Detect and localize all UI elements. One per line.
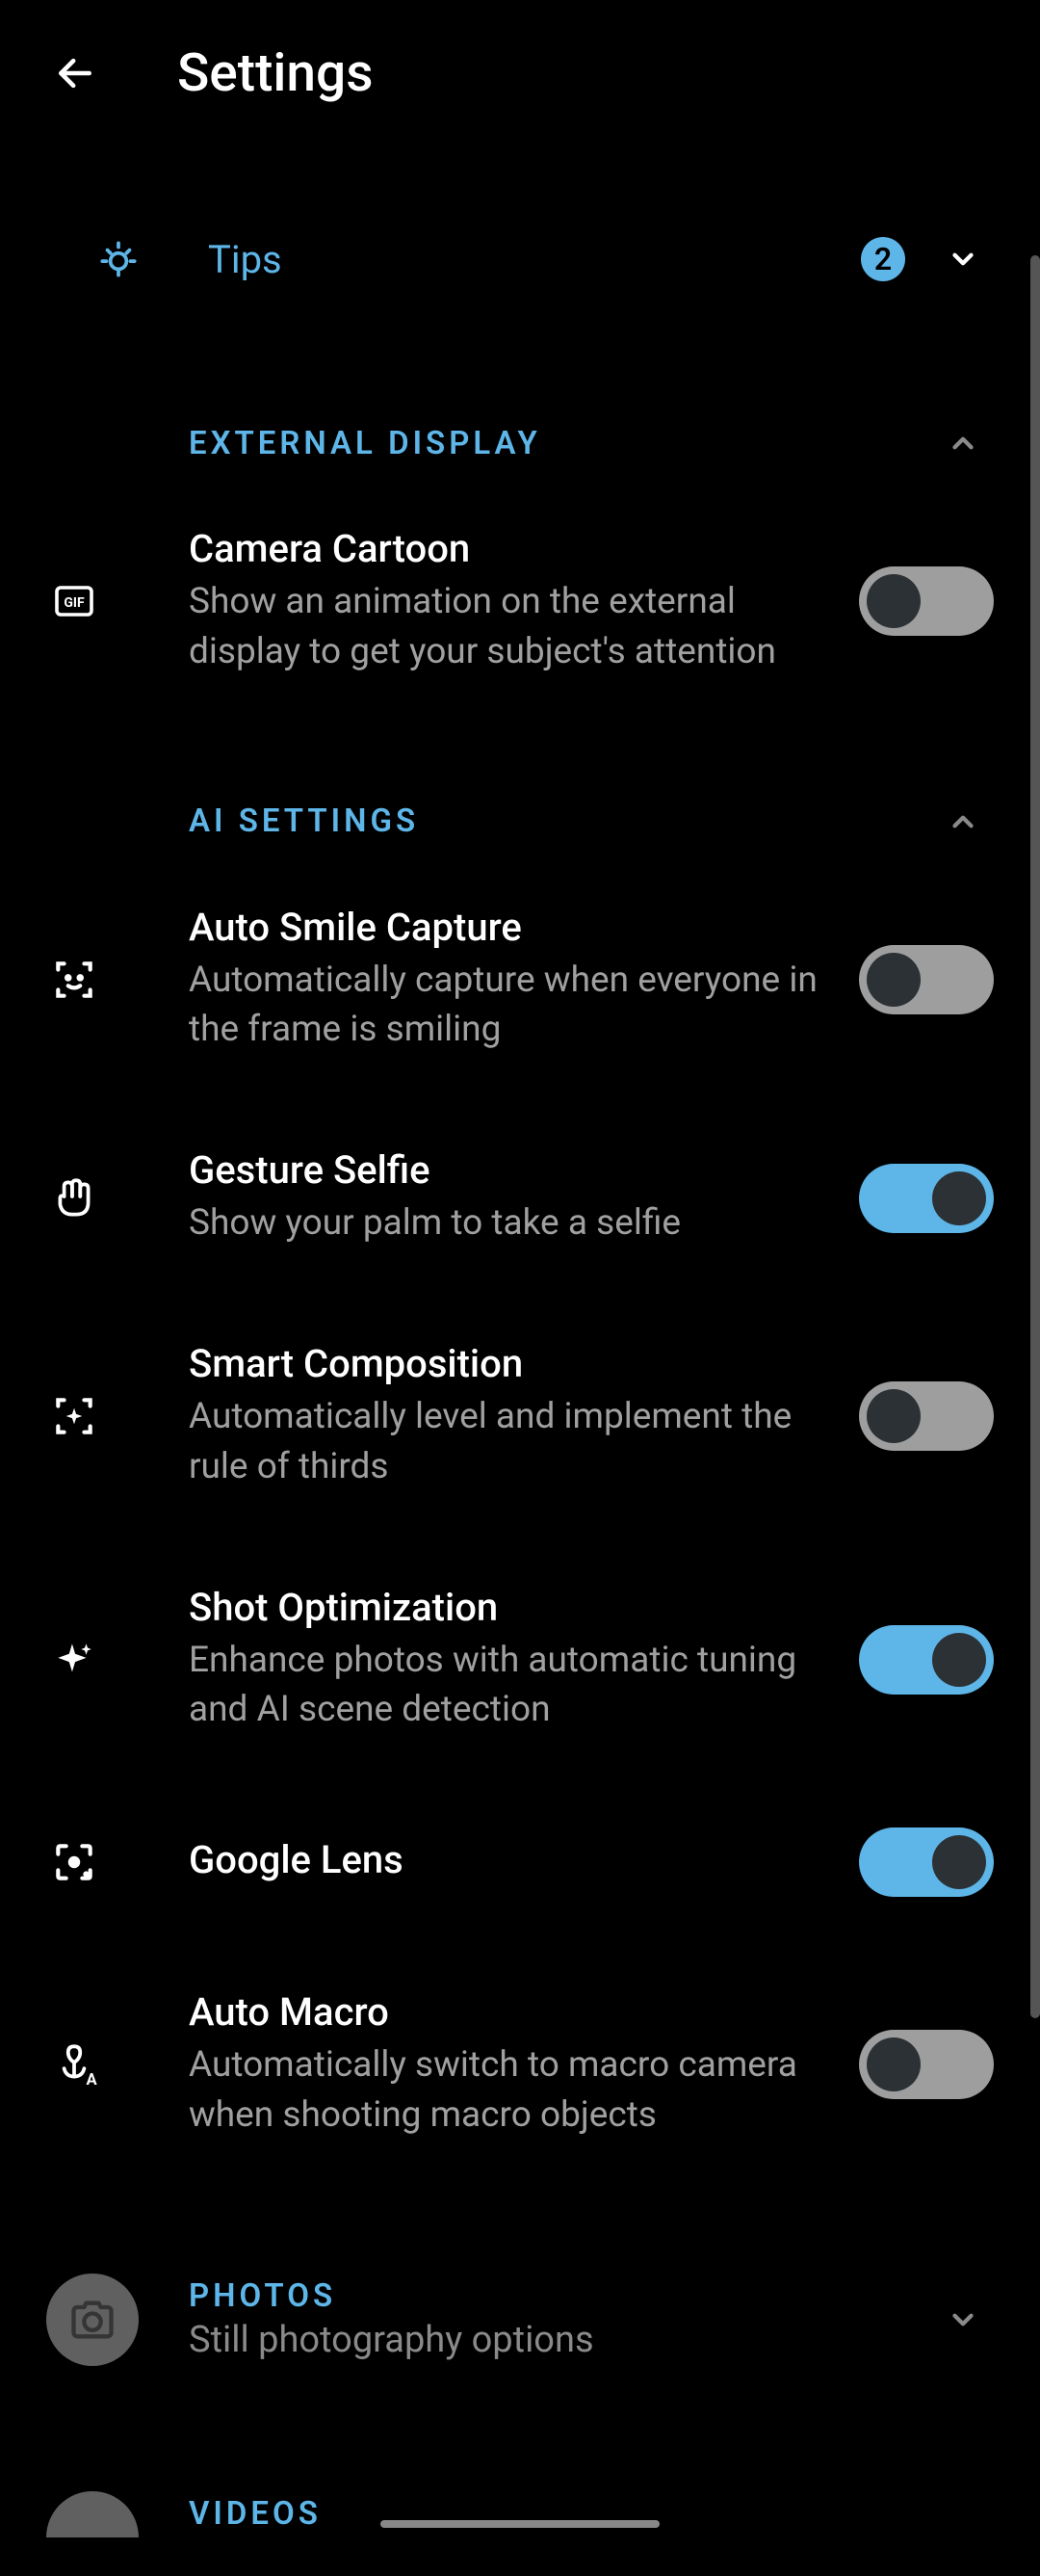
camera-icon <box>67 2295 117 2345</box>
setting-desc: Automatically level and implement the ru… <box>189 1392 830 1492</box>
setting-title: Google Lens <box>189 1837 830 1882</box>
setting-shot-optimization[interactable]: Shot Optimization Enhance photos with au… <box>0 1538 1040 1782</box>
scrollbar[interactable] <box>1030 255 1040 2018</box>
gif-icon: GIF <box>46 573 102 629</box>
section-header-external-display[interactable]: EXTERNAL DISPLAY <box>0 407 1040 480</box>
setting-title: Gesture Selfie <box>189 1147 830 1193</box>
setting-camera-cartoon[interactable]: GIF Camera Cartoon Show an animation on … <box>0 480 1040 723</box>
setting-title: Camera Cartoon <box>189 526 830 571</box>
toggle-auto-smile[interactable] <box>859 945 994 1014</box>
setting-content: Camera Cartoon Show an animation on the … <box>189 526 859 677</box>
chevron-down-icon <box>944 2300 982 2339</box>
toggle-thumb <box>867 1389 921 1443</box>
toggle-camera-cartoon[interactable] <box>859 566 994 636</box>
sparkle-frame-icon <box>46 1388 102 1444</box>
toggle-thumb <box>867 953 921 1007</box>
toggle-gesture-selfie[interactable] <box>859 1164 994 1233</box>
chevron-up-icon <box>944 802 982 841</box>
toggle-thumb <box>932 1633 986 1687</box>
setting-auto-macro[interactable]: A Auto Macro Automatically switch to mac… <box>0 1943 1040 2187</box>
setting-title: Smart Composition <box>189 1341 830 1386</box>
toggle-auto-macro[interactable] <box>859 2030 994 2099</box>
tips-label: Tips <box>208 237 861 282</box>
toggle-thumb <box>932 1835 986 1889</box>
category-icon-circle <box>46 2491 139 2537</box>
category-desc: Still photography options <box>189 2319 944 2361</box>
setting-desc: Show your palm to take a selfie <box>189 1198 830 1249</box>
setting-title: Shot Optimization <box>189 1585 830 1630</box>
tips-row[interactable]: Tips 2 <box>0 216 1040 302</box>
toggle-smart-composition[interactable] <box>859 1381 994 1451</box>
section-title: EXTERNAL DISPLAY <box>189 425 541 462</box>
toggle-thumb <box>867 574 921 628</box>
chevron-down-icon <box>944 240 982 278</box>
toggle-shot-optimization[interactable] <box>859 1625 994 1695</box>
category-videos[interactable]: VIDEOS <box>0 2453 1040 2576</box>
header: Settings <box>0 0 1040 139</box>
category-title: VIDEOS <box>189 2495 322 2533</box>
section-title: AI SETTINGS <box>189 802 419 840</box>
toggle-google-lens[interactable] <box>859 1827 994 1897</box>
page-title: Settings <box>177 42 374 104</box>
setting-smart-composition[interactable]: Smart Composition Automatically level an… <box>0 1295 1040 1538</box>
category-content: PHOTOS Still photography options <box>189 2277 944 2361</box>
setting-content: Smart Composition Automatically level an… <box>189 1341 859 1492</box>
setting-content: Auto Macro Automatically switch to macro… <box>189 1989 859 2141</box>
face-detect-icon <box>46 952 102 1008</box>
back-arrow-icon <box>54 52 96 94</box>
setting-content: Shot Optimization Enhance photos with au… <box>189 1585 859 1736</box>
setting-content: Auto Smile Capture Automatically capture… <box>189 905 859 1056</box>
tips-badge: 2 <box>861 237 905 281</box>
setting-auto-smile[interactable]: Auto Smile Capture Automatically capture… <box>0 858 1040 1102</box>
svg-text:A: A <box>87 2071 98 2089</box>
setting-content: Google Lens <box>189 1837 859 1888</box>
category-icon-circle <box>46 2274 139 2366</box>
nav-bar-indicator[interactable] <box>380 2520 660 2528</box>
setting-google-lens[interactable]: Google Lens <box>0 1781 1040 1943</box>
category-title: PHOTOS <box>189 2277 944 2315</box>
toggle-thumb <box>867 2037 921 2091</box>
macro-flower-icon: A <box>46 2037 102 2092</box>
svg-text:GIF: GIF <box>64 595 85 611</box>
toggle-thumb <box>932 1171 986 1225</box>
setting-desc: Show an animation on the external displa… <box>189 577 830 677</box>
section-header-ai-settings[interactable]: AI SETTINGS <box>0 785 1040 858</box>
lightbulb-icon <box>94 235 143 283</box>
setting-desc: Automatically capture when everyone in t… <box>189 956 830 1056</box>
category-photos[interactable]: PHOTOS Still photography options <box>0 2235 1040 2405</box>
back-button[interactable] <box>46 44 104 102</box>
hand-icon <box>46 1170 102 1226</box>
setting-desc: Enhance photos with automatic tuning and… <box>189 1636 830 1736</box>
setting-gesture-selfie[interactable]: Gesture Selfie Show your palm to take a … <box>0 1101 1040 1295</box>
chevron-up-icon <box>944 424 982 462</box>
lens-icon <box>46 1834 102 1890</box>
setting-desc: Automatically switch to macro camera whe… <box>189 2040 830 2141</box>
sparkle-icon <box>46 1632 102 1688</box>
setting-title: Auto Macro <box>189 1989 830 2035</box>
setting-title: Auto Smile Capture <box>189 905 830 950</box>
setting-content: Gesture Selfie Show your palm to take a … <box>189 1147 859 1249</box>
